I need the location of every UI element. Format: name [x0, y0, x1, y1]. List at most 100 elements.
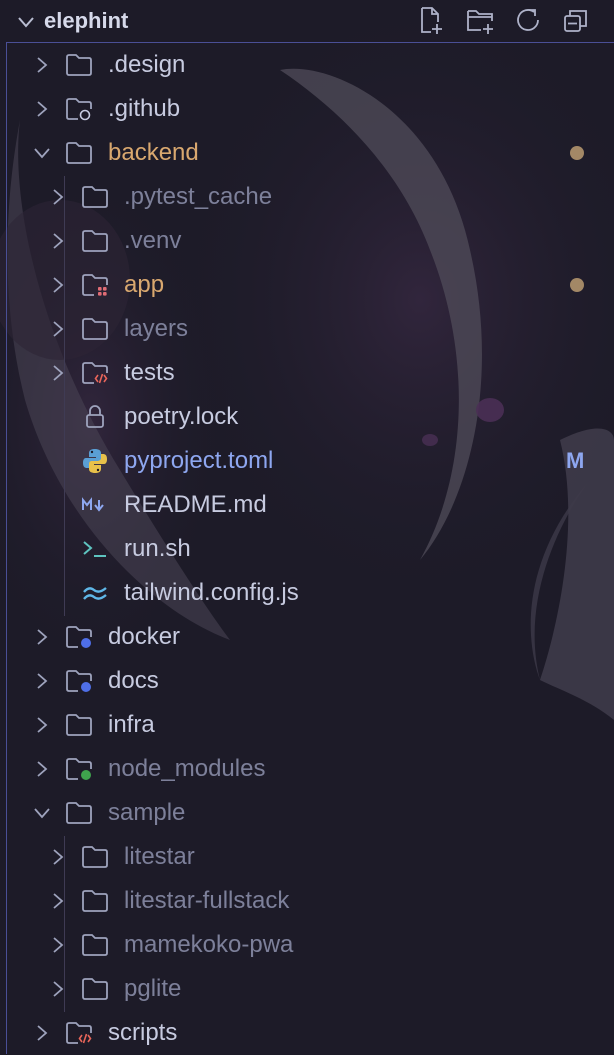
chevron-down-icon[interactable]: [32, 803, 52, 823]
tree-item-label: docker: [108, 623, 181, 650]
chevron-right-icon[interactable]: [32, 99, 52, 119]
tree-item-label: .pytest_cache: [124, 183, 273, 210]
folder-app-icon: [82, 274, 108, 296]
tree-folder-design[interactable]: .design: [0, 43, 614, 87]
folder-icon: [82, 846, 108, 868]
tailwind-icon: [83, 587, 107, 600]
chevron-right-icon[interactable]: [48, 979, 68, 999]
tree-folder-venv[interactable]: .venv: [0, 219, 614, 263]
chevron-right-icon[interactable]: [32, 1023, 52, 1043]
chevron-right-icon[interactable]: [48, 891, 68, 911]
folder-icon: [82, 230, 108, 252]
tree-item-label: .venv: [124, 227, 182, 254]
folder-docs-icon: [66, 670, 92, 692]
tree-item-label: .design: [108, 51, 186, 78]
folder-icon: [66, 802, 92, 824]
markdown-icon: [82, 497, 104, 512]
tree-folder-backend[interactable]: backend: [0, 131, 614, 175]
tree-folder-litestar-fullstack[interactable]: litestar-fullstack: [0, 879, 614, 923]
tree-folder-docs[interactable]: docs: [0, 659, 614, 703]
tree-folder-pglite[interactable]: pglite: [0, 967, 614, 1011]
tree-folder-sample[interactable]: sample: [0, 791, 614, 835]
chevron-right-icon[interactable]: [48, 231, 68, 251]
tree-file-poetry-lock[interactable]: poetry.lock: [0, 395, 614, 439]
folder-node-icon: [66, 758, 92, 780]
tree-folder-scripts[interactable]: scripts: [0, 1011, 614, 1055]
tree-item-label: node_modules: [108, 755, 266, 782]
tree-item-label: backend: [108, 139, 199, 166]
tree-item-label: .github: [108, 95, 181, 122]
tree-file-tailwind-config-js[interactable]: tailwind.config.js: [0, 571, 614, 615]
folder-icon: [82, 934, 108, 956]
new-file-icon: [421, 7, 442, 34]
tree-item-label: litestar-fullstack: [124, 887, 290, 914]
collapse-all-button[interactable]: [560, 4, 592, 36]
tree-item-label: poetry.lock: [124, 403, 239, 430]
folder-icon: [66, 54, 92, 76]
chevron-right-icon[interactable]: [48, 275, 68, 295]
tree-item-label: pglite: [124, 975, 182, 1002]
tree-folder-layers[interactable]: layers: [0, 307, 614, 351]
tree-item-label: litestar: [124, 843, 195, 870]
tree-item-label: README.md: [124, 491, 267, 518]
tree-item-label: layers: [124, 315, 189, 342]
tree-folder-node-modules[interactable]: node_modules: [0, 747, 614, 791]
new-file-button[interactable]: [414, 4, 446, 36]
tree-folder-app[interactable]: app: [0, 263, 614, 307]
folder-github-icon: [66, 98, 92, 121]
folder-icon: [82, 318, 108, 340]
chevron-right-icon[interactable]: [48, 187, 68, 207]
explorer-panel: elephint .design .github backend .pytest…: [0, 0, 614, 1054]
chevron-right-icon[interactable]: [32, 759, 52, 779]
tree-item-label: scripts: [108, 1019, 178, 1046]
folder-icon: [66, 142, 92, 164]
tree-folder-infra[interactable]: infra: [0, 703, 614, 747]
terminal-icon: [83, 541, 106, 557]
tree-item-label: infra: [108, 711, 155, 738]
new-folder-button[interactable]: [464, 4, 496, 36]
modified-indicator-dot: [570, 146, 584, 160]
tree-file-pyproject-toml[interactable]: pyproject.toml M: [0, 439, 614, 483]
tree-item-label: sample: [108, 799, 186, 826]
git-status-badge: M: [566, 448, 585, 473]
tree-folder-github[interactable]: .github: [0, 87, 614, 131]
tree-file-run-sh[interactable]: run.sh: [0, 527, 614, 571]
python-icon: [83, 449, 107, 473]
folder-icon: [82, 186, 108, 208]
tree-item-label: tests: [124, 359, 175, 386]
chevron-right-icon[interactable]: [48, 319, 68, 339]
chevron-down-icon[interactable]: [16, 12, 36, 32]
collapse-all-icon: [564, 10, 587, 32]
folder-icon: [66, 714, 92, 736]
tree-item-label: pyproject.toml: [124, 447, 274, 474]
chevron-right-icon[interactable]: [48, 935, 68, 955]
lock-icon: [86, 405, 104, 428]
chevron-right-icon[interactable]: [48, 363, 68, 383]
tree-folder-mamekoko-pwa[interactable]: mamekoko-pwa: [0, 923, 614, 967]
chevron-down-icon[interactable]: [32, 143, 52, 163]
folder-tests-icon: [66, 1022, 92, 1044]
folder-docs-icon: [66, 626, 92, 648]
chevron-right-icon[interactable]: [32, 671, 52, 691]
refresh-button[interactable]: [512, 4, 544, 36]
folder-icon: [82, 978, 108, 1000]
tree-item-label: mamekoko-pwa: [124, 931, 294, 958]
tree-folder-docker[interactable]: docker: [0, 615, 614, 659]
tree-item-label: tailwind.config.js: [124, 579, 299, 606]
explorer-header[interactable]: elephint: [0, 0, 614, 42]
modified-indicator-dot: [570, 278, 584, 292]
tree-folder-pytest-cache[interactable]: .pytest_cache: [0, 175, 614, 219]
folder-tests-icon: [82, 362, 108, 384]
tree-item-label: run.sh: [124, 535, 191, 562]
chevron-right-icon[interactable]: [32, 627, 52, 647]
workspace-title: elephint: [44, 8, 129, 33]
folder-icon: [82, 890, 108, 912]
chevron-right-icon[interactable]: [48, 847, 68, 867]
tree-folder-litestar[interactable]: litestar: [0, 835, 614, 879]
chevron-right-icon[interactable]: [32, 55, 52, 75]
tree-folder-tests[interactable]: tests: [0, 351, 614, 395]
refresh-icon: [517, 9, 539, 31]
chevron-right-icon[interactable]: [32, 715, 52, 735]
tree-file-readme-md[interactable]: README.md: [0, 483, 614, 527]
tree-item-label: app: [124, 271, 165, 298]
